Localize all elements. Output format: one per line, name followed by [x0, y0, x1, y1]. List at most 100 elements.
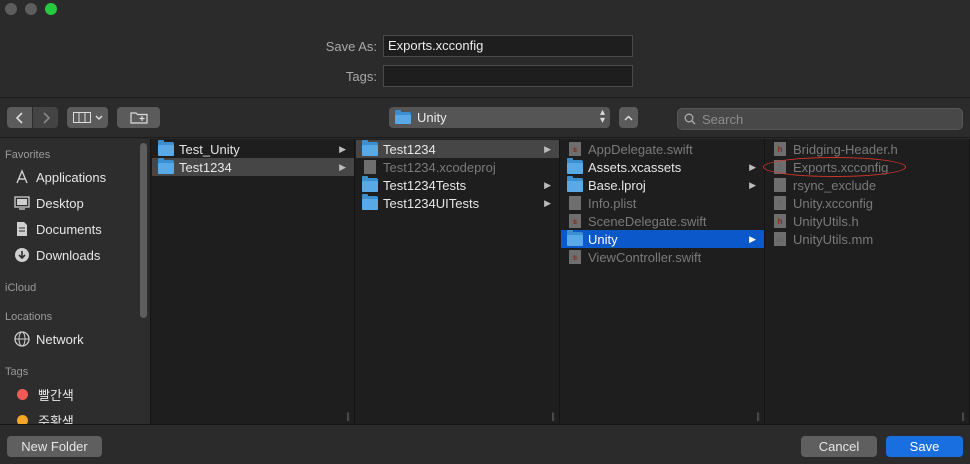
cancel-button[interactable]: Cancel [801, 436, 877, 457]
new-folder-button[interactable]: New Folder [7, 436, 102, 457]
header-file-icon: h [774, 142, 786, 156]
chevron-down-icon [95, 115, 102, 120]
list-item[interactable]: Test1234UITests ▶ [356, 194, 559, 212]
list-item[interactable]: Test1234Tests ▶ [356, 176, 559, 194]
list-item: rsync_exclude [766, 176, 969, 194]
sidebar-item-tag-red[interactable]: 빨간색 [13, 384, 74, 404]
folder-icon [567, 230, 583, 246]
item-label: Test1234Tests [383, 177, 467, 193]
disclosure-arrow-icon: ▶ [749, 161, 756, 172]
list-item: ? Exports.xcconfig [766, 158, 969, 176]
search-input[interactable] [702, 111, 952, 127]
disclosure-arrow-icon: ▶ [544, 143, 551, 154]
config-file-icon: ? [774, 160, 786, 174]
swift-file-icon: s [569, 250, 581, 264]
browser-column-4: h Bridging-Header.h ? Exports.xcconfig r… [766, 139, 970, 424]
search-icon [684, 113, 696, 125]
chevron-left-icon [15, 111, 23, 124]
tags-input[interactable] [383, 65, 633, 87]
list-item: m UnityUtils.mm [766, 230, 969, 248]
minimize-window-button[interactable] [25, 3, 37, 15]
item-label: Test1234 [179, 159, 232, 175]
list-item: s ViewController.swift [561, 248, 764, 266]
folder-icon [362, 194, 378, 210]
sidebar-section-tags: Tags [5, 366, 29, 378]
sidebar-item-label: Network [36, 331, 84, 347]
folder-icon [158, 158, 174, 174]
sidebar-item-label: 주황색 [38, 413, 74, 425]
tag-red-dot [17, 388, 28, 400]
network-icon [13, 330, 31, 348]
tags-label: Tags: [345, 68, 377, 84]
sidebar-section-favorites: Favorites [5, 149, 51, 161]
location-label: Unity [417, 110, 447, 125]
updown-arrows-icon: ▴ ▾ [599, 107, 605, 126]
sidebar-scrollbar[interactable] [140, 143, 147, 318]
disclosure-arrow-icon: ▶ [544, 179, 551, 190]
sidebar-item-desktop[interactable]: Desktop [13, 193, 84, 213]
folder-icon [567, 158, 583, 174]
search-field[interactable] [677, 108, 963, 130]
applications-icon [13, 168, 31, 186]
browser-column-2: Test1234 ▶ Test1234.xcodeproj Test1234Te… [356, 139, 560, 424]
item-label: ViewController.swift [588, 249, 702, 265]
browser-column-1: Test_Unity ▶ Test1234 ▶ || [152, 139, 355, 424]
view-mode-button[interactable] [67, 107, 108, 128]
disclosure-arrow-icon: ▶ [749, 233, 756, 244]
item-label: UnityUtils.h [793, 213, 859, 229]
window-controls [5, 3, 57, 15]
forward-button[interactable] [33, 107, 58, 128]
column-resize-handle[interactable]: || [961, 411, 965, 421]
tags-row: Tags: [0, 65, 633, 87]
column-resize-handle[interactable]: || [346, 411, 350, 421]
item-label: rsync_exclude [793, 177, 877, 193]
sidebar-section-icloud: iCloud [5, 282, 37, 294]
objc-file-icon: m [774, 232, 786, 246]
sidebar-item-network[interactable]: Network [13, 329, 84, 349]
list-item: s SceneDelegate.swift [561, 212, 764, 230]
list-item: h Bridging-Header.h [766, 140, 969, 158]
list-item[interactable]: Test1234 ▶ [356, 140, 559, 158]
folder-icon [362, 176, 378, 192]
item-label: Unity.xcconfig [793, 195, 873, 211]
list-item[interactable]: Assets.xcassets ▶ [561, 158, 764, 176]
column-resize-handle[interactable]: || [756, 411, 760, 421]
chevron-up-icon [624, 114, 633, 121]
new-folder-toolbar-button[interactable] [117, 107, 160, 128]
sidebar-item-documents[interactable]: Documents [13, 219, 102, 239]
column-resize-handle[interactable]: || [551, 411, 555, 421]
folder-plus-icon [129, 112, 148, 124]
sidebar-item-downloads[interactable]: Downloads [13, 245, 100, 265]
sidebar-item-label: Desktop [36, 195, 84, 211]
documents-icon [13, 220, 31, 238]
item-label: SceneDelegate.swift [588, 213, 707, 229]
list-item: ? Unity.xcconfig [766, 194, 969, 212]
sidebar-item-tag-orange[interactable]: 주황색 [13, 410, 74, 424]
list-item: Test1234.xcodeproj [356, 158, 559, 176]
back-button[interactable] [7, 107, 32, 128]
list-item[interactable]: Unity ▶ [561, 230, 764, 248]
item-label: Test1234UITests [383, 195, 480, 211]
close-window-button[interactable] [5, 3, 17, 15]
item-label: Test_Unity [179, 141, 240, 157]
sidebar-item-label: Downloads [36, 247, 101, 263]
item-label: Bridging-Header.h [793, 141, 898, 157]
column-view-icon [72, 112, 91, 123]
folder-icon [567, 176, 583, 192]
disclosure-arrow-icon: ▶ [544, 197, 551, 208]
browser-column-3: s AppDelegate.swift Assets.xcassets ▶ Ba… [561, 139, 765, 424]
list-item[interactable]: Test_Unity ▶ [152, 140, 354, 158]
zoom-window-button[interactable] [45, 3, 57, 15]
location-popup[interactable]: Unity ▴ ▾ [389, 107, 610, 128]
list-item[interactable]: Test1234 ▶ [152, 158, 354, 176]
folder-icon [395, 109, 411, 124]
save-as-input[interactable]: Exports.xcconfig [383, 35, 633, 57]
collapse-dialog-button[interactable] [619, 107, 638, 128]
sidebar-item-applications[interactable]: Applications [13, 167, 106, 187]
save-button[interactable]: Save [886, 436, 963, 457]
item-label: Base.lproj [588, 177, 646, 193]
list-item: Info.plist [561, 194, 764, 212]
disclosure-arrow-icon: ▶ [339, 143, 346, 154]
list-item[interactable]: Base.lproj ▶ [561, 176, 764, 194]
swift-file-icon: s [569, 214, 581, 228]
